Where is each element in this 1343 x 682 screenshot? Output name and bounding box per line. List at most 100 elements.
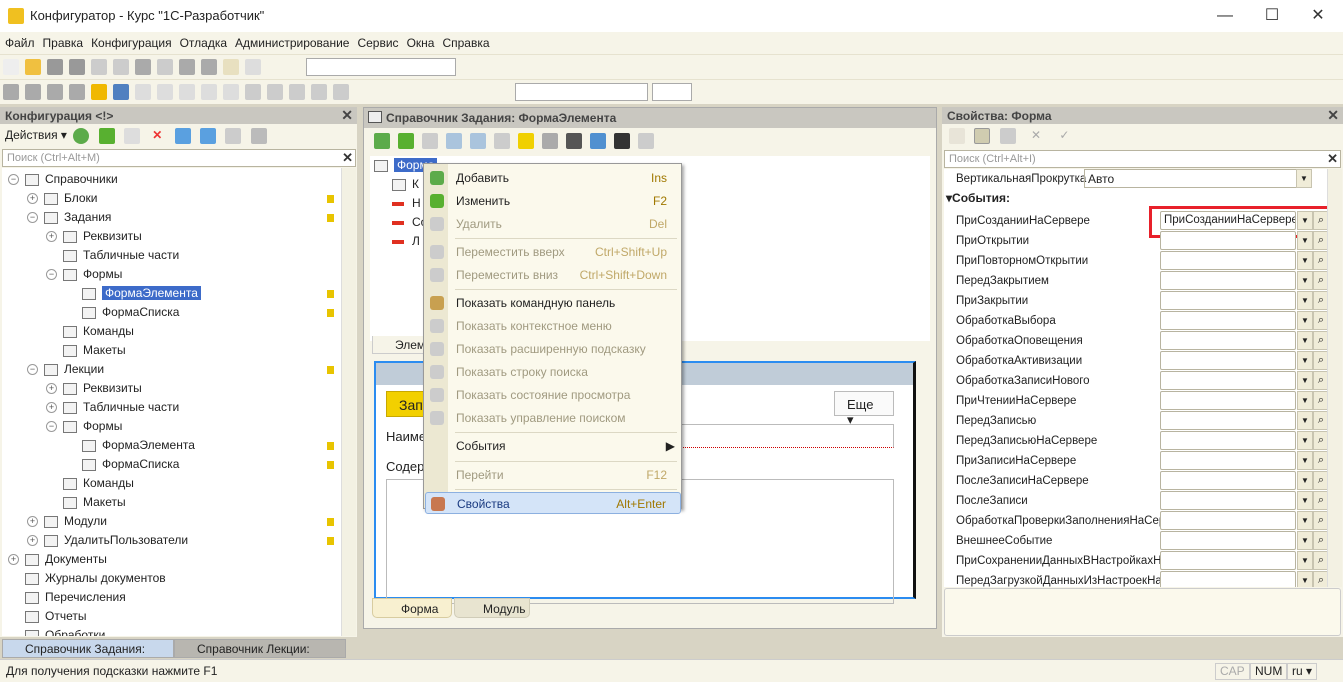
event-handler-field[interactable] — [1160, 511, 1296, 530]
tree-item[interactable]: Команды — [46, 322, 134, 341]
toolbar-button-icon[interactable] — [113, 59, 129, 75]
check-icon[interactable]: ✓ — [1056, 128, 1072, 144]
config-search-input[interactable]: Поиск (Ctrl+Alt+M) ✕ — [2, 149, 356, 167]
sort-icon[interactable] — [225, 128, 242, 144]
menu-item-search-bar[interactable]: Показать строку поиска — [425, 361, 681, 383]
pencil-icon[interactable] — [98, 128, 115, 144]
event-handler-field[interactable] — [1160, 271, 1296, 290]
toolbar-button-icon[interactable] — [25, 59, 41, 75]
add-icon[interactable] — [73, 128, 90, 144]
tree-item[interactable]: ФормаСписка — [65, 455, 179, 474]
menu-item-item[interactable]: События ▶ — [425, 435, 681, 457]
magnifier-icon[interactable]: ⌕ — [1313, 371, 1327, 390]
menu-item[interactable]: Справка — [439, 32, 492, 50]
filter-icon[interactable] — [999, 128, 1016, 144]
event-handler-field[interactable] — [1160, 551, 1296, 570]
menu-item[interactable]: Отладка — [177, 32, 230, 50]
toolbar-button-icon[interactable] — [113, 84, 129, 100]
language-selector[interactable]: ru ▾ — [1287, 663, 1318, 680]
toolbar-button-icon[interactable] — [201, 59, 217, 75]
event-handler-field[interactable] — [1160, 491, 1296, 510]
chevron-down-icon[interactable]: ▼ — [1297, 371, 1313, 390]
taskbar-window-button[interactable]: Справочник Лекции: Форма... — [174, 639, 346, 675]
tree-item[interactable]: + Документы — [8, 550, 107, 569]
chevron-down-icon[interactable]: ▼ — [1297, 291, 1313, 310]
chevron-down-icon[interactable]: ▼ — [1297, 311, 1313, 330]
toolbar-button-icon[interactable] — [470, 133, 486, 149]
toolbar-button-icon[interactable] — [69, 84, 85, 100]
menu-item-view-state[interactable]: Показать состояние просмотра — [425, 384, 681, 406]
tree-item[interactable]: ФормаЭлемента — [65, 284, 201, 303]
event-handler-field[interactable] — [1160, 291, 1296, 310]
toolbar-button-icon[interactable] — [157, 84, 173, 100]
menu-item[interactable]: Конфигурация — [88, 32, 175, 50]
toolbar-button-icon[interactable] — [135, 59, 151, 75]
menu-item[interactable]: Администрирование — [232, 32, 352, 50]
events-header[interactable]: ▾События: — [946, 191, 1010, 205]
tree-item[interactable]: − Формы — [46, 417, 122, 436]
toolbar-button-icon[interactable] — [157, 59, 173, 75]
tree-item[interactable]: Отчеты — [8, 607, 86, 626]
tree-item[interactable]: Макеты — [46, 341, 126, 360]
chevron-down-icon[interactable]: ▼ — [1297, 431, 1313, 450]
arrow-up-icon[interactable] — [174, 128, 191, 144]
event-handler-field[interactable] — [1160, 251, 1296, 270]
chevron-down-icon[interactable]: ▼ — [1297, 391, 1313, 410]
properties-scrollbar[interactable] — [1327, 169, 1342, 587]
magnifier-icon[interactable]: ⌕ — [1313, 491, 1327, 510]
toolbar-button-icon[interactable] — [333, 84, 349, 100]
tree-item[interactable]: Обработки — [8, 626, 105, 636]
event-handler-field[interactable] — [1160, 431, 1296, 450]
minimize-button[interactable]: — — [1205, 4, 1245, 28]
magnifier-icon[interactable]: ⌕ — [1313, 551, 1327, 570]
event-handler-field[interactable] — [1160, 571, 1296, 587]
tree-item[interactable]: + УдалитьПользователи — [27, 531, 188, 550]
chevron-down-icon[interactable]: ▼ — [1297, 331, 1313, 350]
tree-item[interactable]: + Блоки — [27, 189, 98, 208]
magnifier-icon[interactable]: ⌕ — [1313, 251, 1327, 270]
magnifier-icon[interactable]: ⌕ — [1313, 331, 1327, 350]
tree-item[interactable]: Макеты — [46, 493, 126, 512]
collapse-icon[interactable]: − — [27, 212, 38, 224]
tree-item[interactable]: − Лекции — [27, 360, 104, 379]
sort-alpha-icon[interactable] — [949, 128, 965, 144]
toolbar-button-icon[interactable] — [245, 84, 261, 100]
menu-item[interactable]: Файл — [2, 32, 38, 50]
event-handler-field[interactable] — [1160, 331, 1296, 350]
name-field[interactable] — [676, 424, 894, 448]
menu-item-properties[interactable]: Свойства Alt+Enter — [425, 492, 681, 514]
toolbar-button-icon[interactable] — [422, 133, 438, 149]
toolbar-button-icon[interactable] — [223, 84, 239, 100]
magnifier-icon[interactable]: ⌕ — [1313, 531, 1327, 550]
tab-form[interactable]: Форма — [372, 598, 452, 618]
chevron-down-icon[interactable]: ▼ — [1297, 231, 1313, 250]
menu-item-arrow-up[interactable]: Переместить вверх Ctrl+Shift+Up — [425, 241, 681, 263]
element-tree-item[interactable]: Л — [392, 232, 420, 251]
magnifier-icon[interactable]: ⌕ — [1313, 311, 1327, 330]
chevron-down-icon[interactable]: ▼ — [1297, 351, 1313, 370]
menu-item-tooltip[interactable]: Показать расширенную подсказку — [425, 338, 681, 360]
event-handler-field[interactable] — [1160, 231, 1296, 250]
tree-item[interactable]: − Задания — [27, 208, 111, 227]
collapse-icon[interactable]: − — [46, 421, 57, 433]
toolbar-button-icon[interactable] — [25, 84, 41, 100]
menu-item-add[interactable]: Добавить Ins — [425, 167, 681, 189]
magnifier-icon[interactable]: ⌕ — [1313, 231, 1327, 250]
menu-item-search-control[interactable]: Показать управление поиском — [425, 407, 681, 429]
tree-scrollbar[interactable] — [341, 168, 356, 636]
tree-item[interactable]: − Справочники — [8, 170, 118, 189]
vscroll-select[interactable]: Авто — [1084, 169, 1312, 188]
tree-item[interactable]: + Табличные части — [46, 398, 179, 417]
toolbar-button-icon[interactable] — [518, 133, 534, 149]
toolbar-button-icon[interactable] — [267, 84, 283, 100]
event-handler-field[interactable] — [1160, 311, 1296, 330]
chevron-down-icon[interactable]: ▼ — [1297, 491, 1313, 510]
element-tree-item[interactable]: Н — [392, 194, 421, 213]
magnifier-icon[interactable]: ⌕ — [1313, 391, 1327, 410]
filter-icon[interactable] — [250, 128, 267, 144]
event-handler-field[interactable] — [1160, 531, 1296, 550]
categories-icon[interactable] — [974, 128, 991, 144]
chevron-down-icon[interactable]: ▼ — [1296, 169, 1312, 188]
menu-item-arrow-down[interactable]: Переместить вниз Ctrl+Shift+Down — [425, 264, 681, 286]
toolbar-button-icon[interactable] — [91, 59, 107, 75]
